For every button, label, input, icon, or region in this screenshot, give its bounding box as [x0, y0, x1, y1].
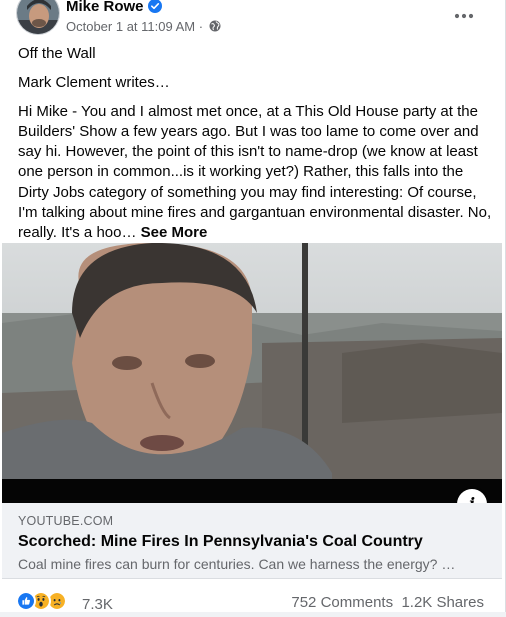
like-icon — [16, 591, 36, 611]
globe-icon — [209, 20, 221, 32]
post-text: Off the Wall Mark Clement writes… Hi Mik… — [18, 44, 492, 252]
see-more-link[interactable]: See More — [141, 224, 208, 241]
video-thumbnail — [2, 243, 502, 503]
post-paragraph-text: Hi Mike - You and I almost met once, at … — [18, 102, 492, 242]
meta-separator: · — [198, 19, 204, 34]
verified-badge-icon — [147, 0, 162, 13]
link-preview-info[interactable]: YOUTUBE.COM Scorched: Mine Fires In Penn… — [2, 503, 502, 579]
post-paragraph: Mark Clement writes… — [18, 73, 170, 91]
link-domain: YOUTUBE.COM — [18, 514, 114, 528]
avatar-photo — [17, 0, 59, 34]
link-preview-image[interactable] — [2, 243, 502, 503]
more-options-button[interactable] — [446, 0, 482, 35]
post-meta: October 1 at 11:09 AM · — [66, 19, 221, 34]
post-paragraph-main: Hi Mike - You and I almost met once, at … — [18, 102, 492, 244]
post-timestamp[interactable]: October 1 at 11:09 AM — [66, 19, 195, 34]
shares-count[interactable]: 1.2K Shares — [401, 594, 484, 611]
author-name-row: Mike Rowe — [66, 0, 162, 15]
reaction-count[interactable]: 7.3K — [82, 596, 113, 613]
link-title[interactable]: Scorched: Mine Fires In Pennsylvania's C… — [18, 533, 423, 551]
post-paragraph: Off the Wall — [18, 45, 96, 62]
avatar[interactable] — [16, 0, 60, 35]
post-card: Mike Rowe October 1 at 11:09 AM · Off th… — [0, 0, 506, 613]
link-description: Coal mine fires can burn for centuries. … — [18, 556, 456, 572]
more-options-icon — [454, 13, 474, 19]
post-header: Mike Rowe October 1 at 11:09 AM · — [16, 0, 490, 35]
comments-count[interactable]: 752 Comments — [291, 594, 393, 611]
author-name[interactable]: Mike Rowe — [66, 0, 144, 15]
post-footer: 7.3K 752 Comments 1.2K Shares — [16, 589, 490, 617]
engagement-stats: 752 Comments 1.2K Shares — [291, 594, 484, 611]
